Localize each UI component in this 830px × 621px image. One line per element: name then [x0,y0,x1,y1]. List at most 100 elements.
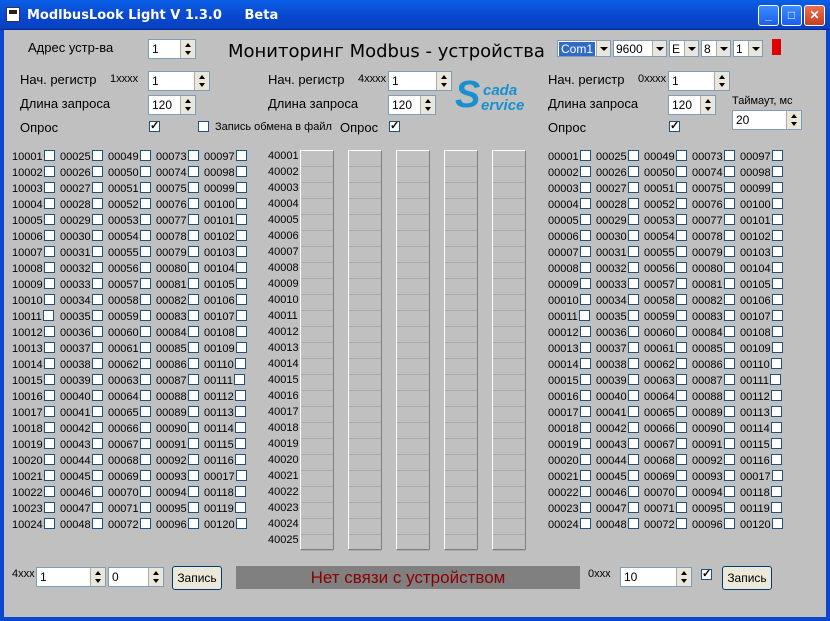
register-value-cell[interactable] [397,167,429,183]
register-value-cell[interactable] [301,407,333,423]
coil-checkbox[interactable] [43,390,55,401]
register-value-cell[interactable] [301,487,333,503]
coil-checkbox[interactable] [187,326,199,337]
coil-checkbox[interactable] [139,518,151,529]
register-value-cell[interactable] [397,519,429,535]
coil-checkbox[interactable] [723,262,735,273]
coil-checkbox[interactable] [43,150,55,161]
spin-arrows[interactable] [180,96,195,114]
coil-checkbox[interactable] [579,454,591,465]
register-value-cell[interactable] [397,407,429,423]
register-value-cell[interactable] [301,151,333,167]
register-value-cell[interactable] [445,263,477,279]
register-value-cell[interactable] [349,311,381,327]
coil-checkbox[interactable] [187,374,199,385]
coil-checkbox[interactable] [723,518,735,529]
coil-checkbox[interactable] [187,182,199,193]
coil-checkbox[interactable] [234,390,246,401]
register-value-cell[interactable] [349,215,381,231]
coil-checkbox[interactable] [187,518,199,529]
coil-checkbox[interactable] [235,278,247,289]
start-register-spinner-0x[interactable]: 1 [668,71,730,91]
coil-checkbox[interactable] [627,358,639,369]
coil-checkbox[interactable] [43,342,55,353]
coil-checkbox[interactable] [675,486,687,497]
coil-checkbox[interactable] [91,518,103,529]
write-4x-button[interactable]: Запись [172,566,222,590]
coil-checkbox[interactable] [187,454,199,465]
coil-checkbox[interactable] [723,438,735,449]
coil-checkbox[interactable] [43,486,55,497]
poll-checkbox-0x[interactable] [669,119,680,132]
coil-checkbox[interactable] [675,422,687,433]
coil-checkbox[interactable] [91,326,103,337]
spin-arrows[interactable] [676,568,691,586]
coil-checkbox[interactable] [139,278,151,289]
coil-checkbox[interactable] [723,486,735,497]
coil-checkbox[interactable] [627,198,639,209]
coil-checkbox[interactable] [675,518,687,529]
coil-checkbox[interactable] [723,454,735,465]
coil-checkbox[interactable] [139,262,151,273]
coil-checkbox[interactable] [187,294,199,305]
coil-checkbox[interactable] [235,326,247,337]
coil-checkbox[interactable] [187,358,199,369]
coil-checkbox[interactable] [235,246,247,257]
coil-checkbox[interactable] [675,246,687,257]
coil-checkbox[interactable] [139,358,151,369]
register-value-cell[interactable] [445,215,477,231]
request-length-spinner-0x[interactable]: 120 [668,95,716,115]
register-value-cell[interactable] [397,503,429,519]
register-value-cell[interactable] [301,391,333,407]
register-value-cell[interactable] [301,199,333,215]
timeout-spinner[interactable]: 20 [732,110,802,130]
coil-checkbox[interactable] [235,198,247,209]
coil-checkbox[interactable] [139,390,151,401]
register-value-cell[interactable] [349,519,381,535]
coil-checkbox[interactable] [723,406,735,417]
register-value-cell[interactable] [493,375,525,391]
coil-checkbox[interactable] [43,406,55,417]
register-value-cell[interactable] [349,359,381,375]
register-value-cell[interactable] [349,503,381,519]
coil-checkbox[interactable] [675,438,687,449]
coil-checkbox[interactable] [771,182,783,193]
coil-checkbox[interactable] [579,326,591,337]
register-value-cell[interactable] [397,487,429,503]
stopbits-combo[interactable]: 1 [733,40,763,57]
parity-combo[interactable]: E [669,40,699,57]
coil-checkbox[interactable] [723,166,735,177]
register-value-cell[interactable] [397,391,429,407]
coil-checkbox[interactable] [771,230,783,241]
register-value-cell[interactable] [445,295,477,311]
coil-checkbox[interactable] [579,486,591,497]
coil-checkbox[interactable] [43,438,55,449]
register-value-cell[interactable] [493,327,525,343]
coil-checkbox[interactable] [723,182,735,193]
coil-checkbox[interactable] [235,470,247,481]
coil-checkbox[interactable] [43,214,55,225]
register-value-cell[interactable] [493,311,525,327]
coil-checkbox[interactable] [234,486,246,497]
coil-checkbox[interactable] [91,374,103,385]
coil-checkbox[interactable] [771,262,783,273]
register-value-cell[interactable] [397,471,429,487]
coil-checkbox[interactable] [234,422,246,433]
register-value-cell[interactable] [493,151,525,167]
spin-arrows[interactable] [786,111,801,129]
register-value-cell[interactable] [301,311,333,327]
coil-checkbox[interactable] [43,518,55,529]
coil-checkbox[interactable] [579,198,591,209]
register-value-cell[interactable] [445,247,477,263]
coil-checkbox[interactable] [139,166,151,177]
coil-checkbox[interactable] [675,374,687,385]
register-value-cell[interactable] [445,471,477,487]
coil-checkbox[interactable] [91,230,103,241]
coil-checkbox[interactable] [723,390,735,401]
coil-checkbox[interactable] [771,278,783,289]
coil-checkbox[interactable] [770,454,782,465]
coil-checkbox[interactable] [627,518,639,529]
register-value-cell[interactable] [493,199,525,215]
register-value-cell[interactable] [445,503,477,519]
register-value-cell[interactable] [349,439,381,455]
